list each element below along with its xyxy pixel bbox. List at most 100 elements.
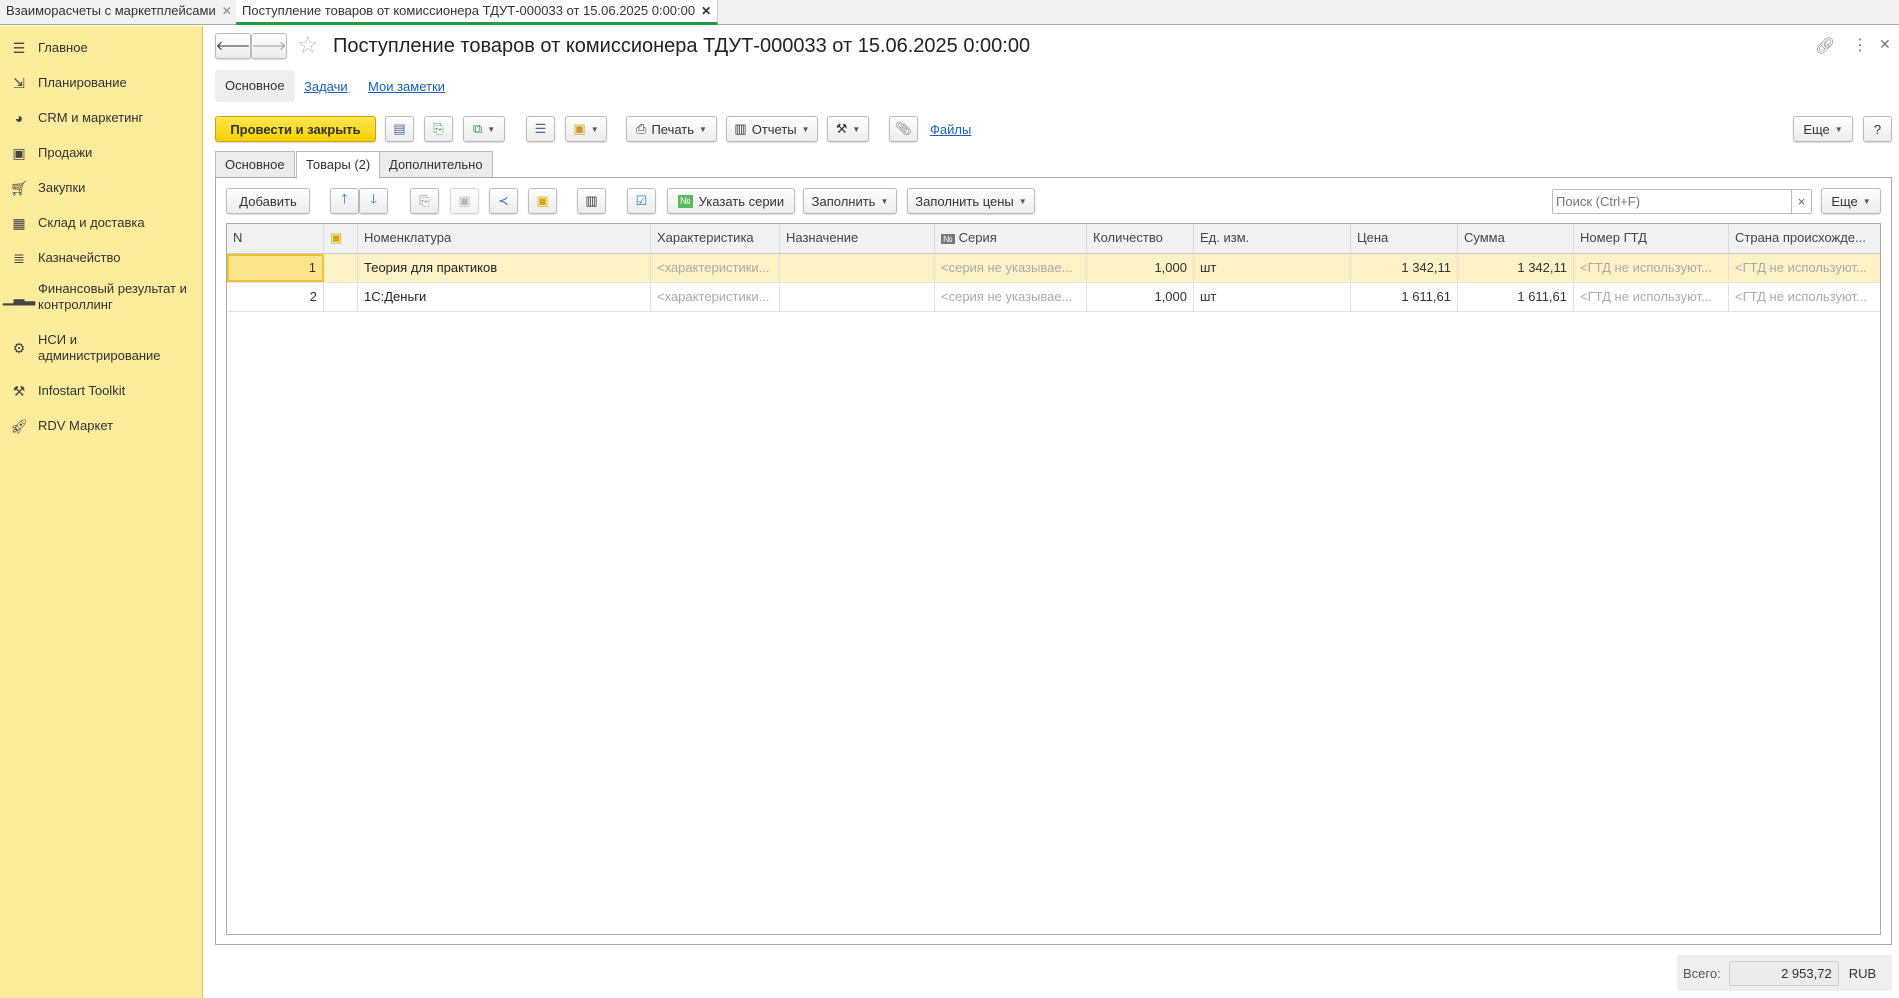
tab-main[interactable]: Основное (215, 151, 295, 179)
barcode-button[interactable]: ▥ (577, 188, 606, 214)
cell-item[interactable]: 1С:Деньги (358, 283, 651, 311)
floppy-icon: ▤ (393, 121, 406, 136)
create-based-on-button[interactable]: ⧉ ▼ (463, 116, 505, 142)
specify-series-label: Указать серии (698, 193, 785, 209)
sidebar-item-rdv[interactable]: 🚀︎ RDV Маркет (0, 411, 203, 441)
search-input[interactable] (1553, 190, 1791, 213)
back-button[interactable]: 🡐 (215, 33, 251, 59)
forward-button[interactable]: 🡒 (251, 33, 287, 59)
post-button[interactable]: ⎘ (424, 116, 453, 142)
selection-icon[interactable]: ▣ (324, 224, 358, 253)
fill-prices-label: Заполнить цены (915, 193, 1014, 209)
search-clear-button[interactable]: × (1791, 190, 1811, 213)
table-more-button[interactable]: Еще ▼ (1821, 188, 1881, 214)
sidebar-item-main[interactable]: ☰ Главное (0, 33, 203, 63)
selection-icon: ▣ (536, 193, 549, 208)
paste-button[interactable]: ▣ (450, 188, 479, 214)
table-row[interactable]: 1 Теория для практиков <характеристики..… (227, 254, 1880, 283)
close-icon[interactable]: ✕ (222, 4, 232, 18)
table-row[interactable]: 2 1С:Деньги <характеристики... <серия не… (227, 283, 1880, 312)
section-main[interactable]: Основное (215, 70, 295, 102)
sidebar-item-finance[interactable]: ▁▃▂ Финансовый результат и контроллинг (0, 279, 203, 315)
tab-additional[interactable]: Дополнительно (379, 151, 493, 179)
col-unit[interactable]: Ед. изм. (1194, 224, 1351, 253)
close-icon[interactable]: ✕ (701, 4, 711, 18)
files-link[interactable]: Файлы (930, 122, 971, 137)
section-notes[interactable]: Мои заметки (368, 79, 445, 94)
fill-button[interactable]: Заполнить ▼ (803, 188, 897, 214)
page-title: Поступление товаров от комиссионера ТДУТ… (333, 35, 1031, 57)
sidebar-item-planning[interactable]: ⇲ Планирование (0, 68, 203, 98)
cell-flag[interactable] (324, 283, 358, 311)
check-button[interactable]: ☑ (627, 188, 656, 214)
documents-menu-button[interactable]: ▣ ▼ (565, 116, 607, 142)
cell-purpose[interactable] (780, 254, 935, 282)
col-characteristic[interactable]: Характеристика (651, 224, 780, 253)
tab-goods[interactable]: Товары (2) (296, 151, 381, 179)
link-icon[interactable]: 🔗︎ (1815, 36, 1835, 56)
post-and-close-button[interactable]: Провести и закрыть (215, 116, 376, 142)
structure-button[interactable]: ☰ (526, 116, 555, 142)
star-icon[interactable]: ☆ (297, 31, 319, 60)
move-down-button[interactable]: 🡓 (359, 188, 388, 214)
window-tab-document[interactable]: Поступление товаров от комиссионера ТДУТ… (236, 0, 719, 25)
cell-price[interactable]: 1 342,11 (1351, 254, 1458, 282)
cell-country[interactable]: <ГТД не используют... (1729, 283, 1880, 311)
attach-button[interactable]: 📎︎ (889, 116, 918, 142)
tools-icon: ⚒ (12, 382, 26, 399)
more-vertical-icon[interactable]: ⋮ (1852, 35, 1868, 55)
cell-series[interactable]: <серия не указывае... (935, 283, 1087, 311)
col-series[interactable]: № Серия (935, 224, 1087, 253)
cell-country[interactable]: <ГТД не используют... (1729, 254, 1880, 282)
col-gtd[interactable]: Номер ГТД (1574, 224, 1729, 253)
section-tasks[interactable]: Задачи (304, 79, 348, 94)
cell-unit[interactable]: шт (1194, 254, 1351, 282)
sidebar-item-treasury[interactable]: ≣ Казначейство (0, 243, 203, 273)
selection-button[interactable]: ▣ (528, 188, 557, 214)
reports-button[interactable]: ▥ Отчеты ▼ (726, 116, 818, 142)
cell-item[interactable]: Теория для практиков (358, 254, 651, 282)
share-button[interactable]: ≺ (489, 188, 518, 214)
col-purpose[interactable]: Назначение (780, 224, 935, 253)
cell-qty[interactable]: 1,000 (1087, 283, 1194, 311)
cell-qty[interactable]: 1,000 (1087, 254, 1194, 282)
sidebar-item-infostart[interactable]: ⚒ Infostart Toolkit (0, 376, 203, 406)
cell-characteristic[interactable]: <характеристики... (651, 254, 780, 282)
add-button[interactable]: Добавить (226, 188, 310, 214)
cell-unit[interactable]: шт (1194, 283, 1351, 311)
cell-characteristic[interactable]: <характеристики... (651, 283, 780, 311)
fill-prices-button[interactable]: Заполнить цены ▼ (907, 188, 1035, 214)
col-sum[interactable]: Сумма (1458, 224, 1574, 253)
col-price[interactable]: Цена (1351, 224, 1458, 253)
cell-gtd[interactable]: <ГТД не используют... (1574, 283, 1729, 311)
cell-sum[interactable]: 1 611,61 (1458, 283, 1574, 311)
save-button[interactable]: ▤ (385, 116, 414, 142)
cell-sum[interactable]: 1 342,11 (1458, 254, 1574, 282)
col-n[interactable]: N (227, 224, 324, 253)
sidebar-item-crm[interactable]: ◕ CRM и маркетинг (0, 103, 203, 133)
help-button[interactable]: ? (1863, 116, 1892, 142)
sidebar-item-purchases[interactable]: 🛒︎ Закупки (0, 173, 203, 203)
sidebar-item-warehouse[interactable]: ▦ Склад и доставка (0, 208, 203, 238)
window-tab-settlements[interactable]: Взаиморасчеты с маркетплейсами ✕ (0, 0, 239, 25)
col-item[interactable]: Номенклатура (358, 224, 651, 253)
sidebar-item-sales[interactable]: ▣ Продажи (0, 138, 203, 168)
print-button[interactable]: ⎙ Печать ▼ (626, 116, 717, 142)
more-button[interactable]: Еще ▼ (1793, 116, 1853, 142)
cell-n[interactable]: 1 (227, 254, 324, 282)
sidebar-item-label: Планирование (38, 75, 127, 90)
col-qty[interactable]: Количество (1087, 224, 1194, 253)
tools-button[interactable]: ⚒ ▼ (827, 116, 869, 142)
cell-n[interactable]: 2 (227, 283, 324, 311)
sidebar-item-admin[interactable]: ⚙ НСИ и администрирование (0, 330, 203, 366)
specify-series-button[interactable]: № Указать серии (667, 188, 795, 214)
col-country[interactable]: Страна происхожде... (1729, 224, 1880, 253)
close-icon[interactable]: ✕ (1879, 36, 1891, 53)
cell-gtd[interactable]: <ГТД не используют... (1574, 254, 1729, 282)
cell-series[interactable]: <серия не указывае... (935, 254, 1087, 282)
move-up-button[interactable]: 🡑 (330, 188, 359, 214)
copy-button[interactable]: ⎘ (410, 188, 439, 214)
cell-flag[interactable] (324, 254, 358, 282)
cell-price[interactable]: 1 611,61 (1351, 283, 1458, 311)
cell-purpose[interactable] (780, 283, 935, 311)
